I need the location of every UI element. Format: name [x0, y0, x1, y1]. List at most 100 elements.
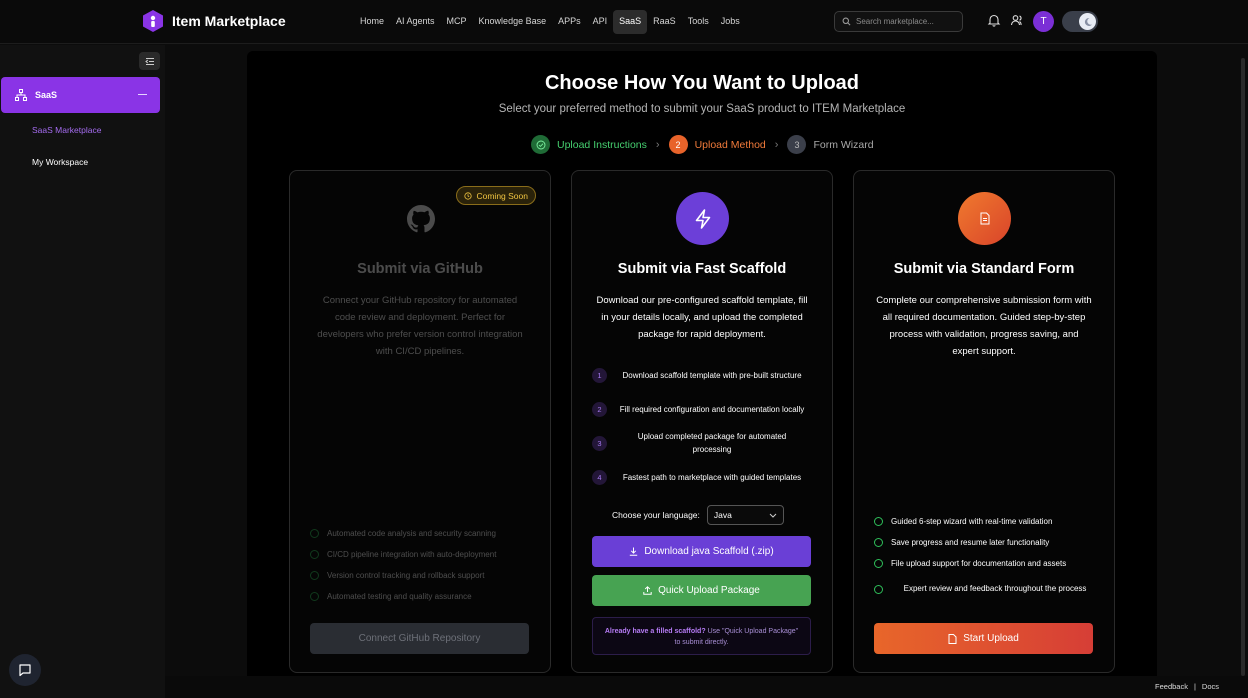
feature-text: Expert review and feedback throughout th… [903, 584, 1087, 593]
check-circle-icon [310, 571, 319, 580]
collapse-minus-icon[interactable] [138, 94, 147, 95]
step-upload-method[interactable]: 2 Upload Method [668, 135, 766, 154]
nav-api[interactable]: API [587, 10, 614, 34]
document-icon [948, 633, 957, 644]
page-title: Choose How You Want to Upload [544, 72, 860, 94]
nav-knowledge-base[interactable]: Knowledge Base [473, 10, 553, 34]
card-title: Submit via Standard Form [893, 261, 1075, 277]
theme-toggle[interactable] [1062, 11, 1098, 32]
download-scaffold-button[interactable]: Download java Scaffold (.zip) [592, 536, 811, 567]
coming-soon-badge: Coming Soon [456, 186, 536, 205]
step-number: 2 [668, 135, 688, 154]
top-navbar: Item Marketplace Home AI Agents MCP Know… [0, 0, 1248, 44]
connect-github-button[interactable]: Connect GitHub Repository [310, 623, 529, 654]
card-standard-form: Submit via Standard Form Complete our co… [853, 170, 1115, 673]
step-label: Upload Method [694, 138, 766, 151]
step-number: 4 [592, 469, 607, 485]
scrollbar[interactable] [1241, 58, 1245, 676]
list-item: Version control tracking and rollback su… [310, 565, 535, 586]
feature-text: CI/CD pipeline integration with auto-dep… [327, 550, 497, 559]
chevron-down-icon [769, 513, 777, 518]
list-item: CI/CD pipeline integration with auto-dep… [310, 544, 535, 565]
feature-text: File upload support for documentation an… [891, 559, 1067, 568]
card-title: Submit via GitHub [357, 261, 483, 277]
sidebar-item-my-workspace[interactable]: My Workspace [32, 157, 88, 167]
step-number: 1 [592, 367, 607, 383]
nav-raas[interactable]: RaaS [647, 10, 682, 34]
main-nav: Home AI Agents MCP Knowledge Base APPs A… [354, 10, 746, 34]
card-description: Connect your GitHub repository for autom… [317, 295, 523, 357]
search-icon [842, 17, 851, 26]
feature-text: Automated code analysis and security sca… [327, 529, 496, 538]
footer: Feedback | Docs [165, 676, 1248, 698]
check-circle-icon [874, 538, 883, 547]
start-upload-button[interactable]: Start Upload [874, 623, 1093, 654]
nav-saas[interactable]: SaaS [613, 10, 648, 34]
language-picker: Choose your language: Java [612, 505, 784, 525]
step-label: Form Wizard [813, 138, 874, 151]
main-content: Choose How You Want to Upload Select you… [247, 51, 1157, 677]
feedback-link[interactable]: Feedback [1155, 682, 1188, 691]
feature-list: Guided 6-step wizard with real-time vali… [874, 511, 1099, 604]
nav-apps[interactable]: APPs [552, 10, 587, 34]
step-text: Download scaffold template with pre-buil… [622, 370, 802, 380]
step-label: Upload Instructions [557, 138, 647, 151]
list-item: 3 Upload completed package for automated … [592, 426, 817, 460]
list-item: File upload support for documentation an… [874, 553, 1099, 574]
search-input[interactable] [856, 17, 956, 26]
sidebar-section-saas[interactable]: SaaS [1, 77, 160, 113]
bell-icon[interactable] [987, 13, 1001, 27]
avatar[interactable]: T [1033, 11, 1054, 32]
chevron-right-icon: › [655, 138, 660, 151]
page-subtitle: Select your preferred method to submit y… [498, 103, 906, 115]
list-item: 2 Fill required configuration and documen… [592, 392, 817, 426]
feature-text: Version control tracking and rollback su… [327, 571, 485, 580]
sidebar-section-label: SaaS [35, 90, 58, 100]
button-label: Download java Scaffold (.zip) [644, 546, 774, 557]
logo-icon [143, 10, 163, 32]
brand[interactable]: Item Marketplace [141, 9, 286, 33]
footer-links: Feedback | Docs [1155, 682, 1219, 691]
check-icon [531, 135, 550, 154]
users-icon[interactable] [1010, 13, 1024, 27]
nav-jobs[interactable]: Jobs [715, 10, 746, 34]
clock-icon [464, 191, 473, 200]
chat-icon [19, 664, 31, 677]
sidebar: SaaS SaaS Marketplace My Workspace [0, 45, 165, 698]
step-form-wizard[interactable]: 3 Form Wizard [787, 135, 874, 154]
download-icon [630, 547, 638, 556]
feature-list: Automated code analysis and security sca… [310, 523, 535, 607]
step-number: 3 [592, 435, 607, 451]
language-select[interactable]: Java [706, 505, 784, 525]
nav-ai-agents[interactable]: AI Agents [390, 10, 441, 34]
language-label: Choose your language: [612, 510, 700, 520]
badge-label: Coming Soon [476, 190, 528, 201]
docs-link[interactable]: Docs [1202, 682, 1219, 691]
button-label: Start Upload [963, 633, 1019, 644]
card-description: Complete our comprehensive submission fo… [876, 295, 1092, 357]
step-upload-instructions[interactable]: Upload Instructions [531, 135, 647, 154]
check-circle-icon [874, 584, 883, 594]
quick-upload-button[interactable]: Quick Upload Package [592, 575, 811, 606]
document-icon [958, 192, 1011, 245]
list-item: Save progress and resume later functiona… [874, 532, 1099, 553]
chevron-right-icon: › [774, 138, 779, 151]
nav-tools[interactable]: Tools [682, 10, 715, 34]
progress-steps: Upload Instructions › 2 Upload Method › … [531, 135, 874, 154]
nav-home[interactable]: Home [354, 10, 390, 34]
github-icon [394, 192, 447, 245]
nav-mcp[interactable]: MCP [441, 10, 473, 34]
list-item: Expert review and feedback throughout th… [874, 574, 1099, 604]
card-title: Submit via Fast Scaffold [617, 261, 787, 277]
card-description: Download our pre-configured scaffold tem… [596, 295, 808, 340]
sidebar-collapse-button[interactable] [139, 52, 160, 70]
footer-separator: | [1193, 682, 1196, 691]
chat-button[interactable] [9, 654, 41, 686]
scaffold-steps: 1 Download scaffold template with pre-bui… [592, 358, 817, 494]
step-number: 3 [787, 135, 807, 154]
search-box[interactable] [834, 11, 963, 32]
sidebar-item-saas-marketplace[interactable]: SaaS Marketplace [32, 125, 101, 135]
card-github: Coming Soon Submit via GitHub Connect yo… [289, 170, 551, 673]
feature-text: Guided 6-step wizard with real-time vali… [891, 517, 1053, 526]
step-number: 2 [592, 401, 607, 417]
